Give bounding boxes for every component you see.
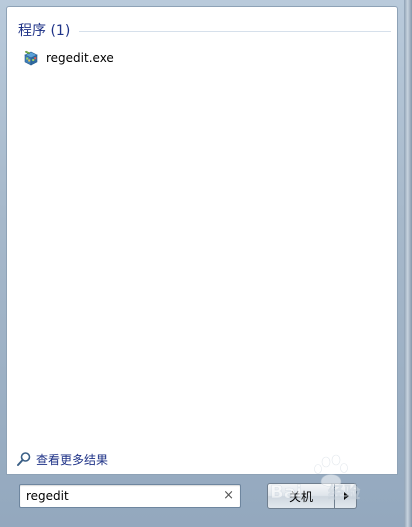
desktop-edge: [404, 0, 412, 527]
search-results-panel: 程序 (1) regedit.exe 查看更多结果: [6, 6, 398, 475]
section-header-programs: 程序 (1): [18, 23, 71, 39]
search-icon: [17, 452, 31, 466]
shutdown-options-button[interactable]: [335, 483, 357, 509]
start-menu: 程序 (1) regedit.exe 查看更多结果 regedit × 关机 B…: [0, 0, 412, 527]
registry-editor-icon: [24, 50, 38, 66]
power-controls: 关机: [267, 483, 357, 509]
result-item-regedit[interactable]: regedit.exe: [22, 47, 162, 69]
close-icon[interactable]: ×: [223, 488, 234, 504]
see-more-label: 查看更多结果: [36, 452, 109, 467]
search-input[interactable]: [26, 487, 216, 505]
section-divider: [79, 31, 391, 32]
search-box[interactable]: ×: [19, 484, 241, 508]
result-label: regedit.exe: [46, 51, 114, 65]
chevron-right-icon: [343, 492, 349, 500]
shutdown-button[interactable]: 关机: [267, 483, 335, 509]
see-more-results-link[interactable]: 查看更多结果: [16, 450, 108, 468]
